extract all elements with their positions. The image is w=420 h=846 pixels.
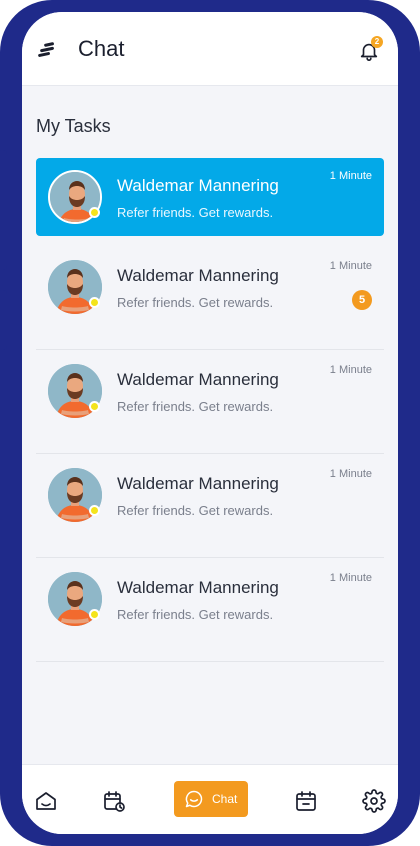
online-status-dot	[89, 505, 100, 516]
calendar-icon[interactable]	[294, 789, 318, 813]
app-screen: Chat 2 My Tasks Waldemar Mannering Refer …	[22, 12, 398, 834]
message-preview: Refer friends. Get rewards.	[117, 399, 274, 414]
online-status-dot	[89, 401, 100, 412]
row-divider	[36, 557, 384, 558]
section-title: My Tasks	[36, 116, 111, 136]
device-side-button	[413, 200, 420, 290]
unread-count-badge: 5	[352, 290, 372, 310]
message-time: 1 Minute	[329, 572, 372, 584]
gear-icon[interactable]	[362, 789, 386, 813]
device-side-button	[0, 290, 7, 350]
contact-name: Waldemar Mannering	[117, 370, 279, 389]
message-preview: Refer friends. Get rewards.	[117, 205, 274, 220]
contact-name: Waldemar Mannering	[117, 578, 279, 597]
chat-tab-button[interactable]: Chat	[174, 781, 248, 817]
message-time: 1 Minute	[329, 468, 372, 480]
task-row[interactable]: Waldemar Mannering Refer friends. Get rew…	[36, 158, 384, 236]
task-row[interactable]: Waldemar Mannering Refer friends. Get rew…	[36, 248, 384, 350]
row-divider	[36, 453, 384, 454]
task-row[interactable]: Waldemar Mannering Refer friends. Get rew…	[36, 560, 384, 662]
chat-bubble-icon	[185, 790, 203, 808]
online-status-dot	[89, 207, 100, 218]
menu-icon[interactable]	[37, 40, 58, 58]
device-side-button	[0, 150, 7, 270]
bottom-nav: Chat	[22, 764, 398, 834]
contact-name: Waldemar Mannering	[117, 474, 279, 493]
task-row[interactable]: Waldemar Mannering Refer friends. Get rew…	[36, 352, 384, 454]
task-row[interactable]: Waldemar Mannering Refer friends. Get rew…	[36, 456, 384, 558]
message-preview: Refer friends. Get rewards.	[117, 607, 274, 622]
message-preview: Refer friends. Get rewards.	[117, 295, 274, 310]
online-status-dot	[89, 297, 100, 308]
notification-badge: 2	[371, 36, 383, 48]
contact-name: Waldemar Mannering	[117, 176, 279, 195]
message-time: 1 Minute	[329, 260, 372, 272]
chat-tab-label: Chat	[212, 792, 238, 806]
online-status-dot	[89, 609, 100, 620]
row-divider	[36, 661, 384, 662]
message-time: 1 Minute	[329, 364, 372, 376]
contact-name: Waldemar Mannering	[117, 266, 279, 285]
page-title: Chat	[78, 36, 125, 61]
top-app-bar: Chat 2	[22, 12, 398, 86]
message-preview: Refer friends. Get rewards.	[117, 503, 274, 518]
message-time: 1 Minute	[329, 170, 372, 182]
calendar-clock-icon[interactable]	[102, 789, 126, 813]
home-icon[interactable]	[34, 789, 58, 813]
row-divider	[36, 349, 384, 350]
